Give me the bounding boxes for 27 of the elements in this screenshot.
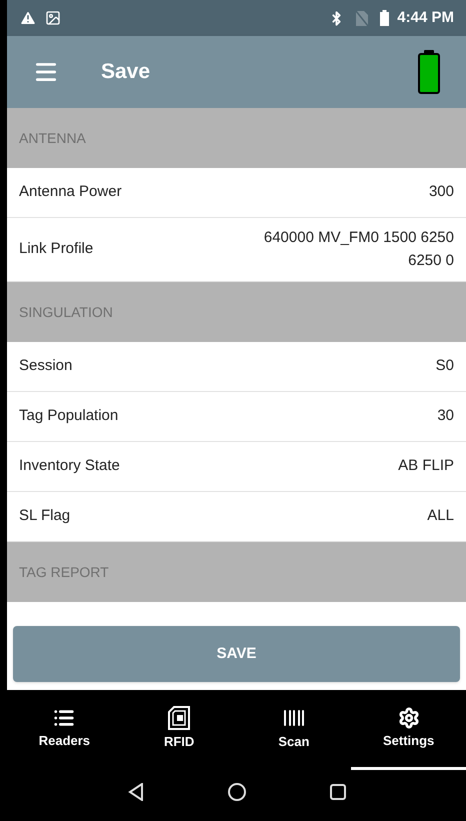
row-value: 300 <box>428 182 454 202</box>
section-header: SINGULATION <box>7 282 466 342</box>
recents-icon[interactable] <box>330 784 346 800</box>
warning-icon <box>19 9 37 27</box>
image-icon <box>45 10 61 26</box>
row-label: Tag Population <box>19 406 118 426</box>
toolbar-title: Save <box>101 59 150 86</box>
row-value: ALL <box>427 506 454 526</box>
row-label: Antenna Power <box>19 182 122 202</box>
row-label: SL Flag <box>19 506 70 526</box>
section-header: TAG REPORT <box>7 542 466 602</box>
row-value: AB FLIP <box>398 456 454 476</box>
status-time: 4:44 PM <box>397 8 454 28</box>
row-value: 30 <box>437 406 454 426</box>
row-label: Session <box>19 356 72 376</box>
back-icon[interactable] <box>128 782 144 800</box>
row-label: Link Profile <box>19 239 94 260</box>
battery-icon <box>380 10 390 26</box>
row-value: S0 <box>436 356 454 376</box>
chip-icon <box>168 706 190 730</box>
settings-icon <box>398 706 420 729</box>
row-label: Inventory State <box>19 456 120 476</box>
no-sim-icon <box>356 10 368 26</box>
battery-icon <box>418 50 440 94</box>
home-icon[interactable] <box>228 782 246 800</box>
row-value: 640000 MV_FM0 1500 6250 6250 0 <box>262 228 454 270</box>
section-header: ANTENNA <box>7 108 466 168</box>
